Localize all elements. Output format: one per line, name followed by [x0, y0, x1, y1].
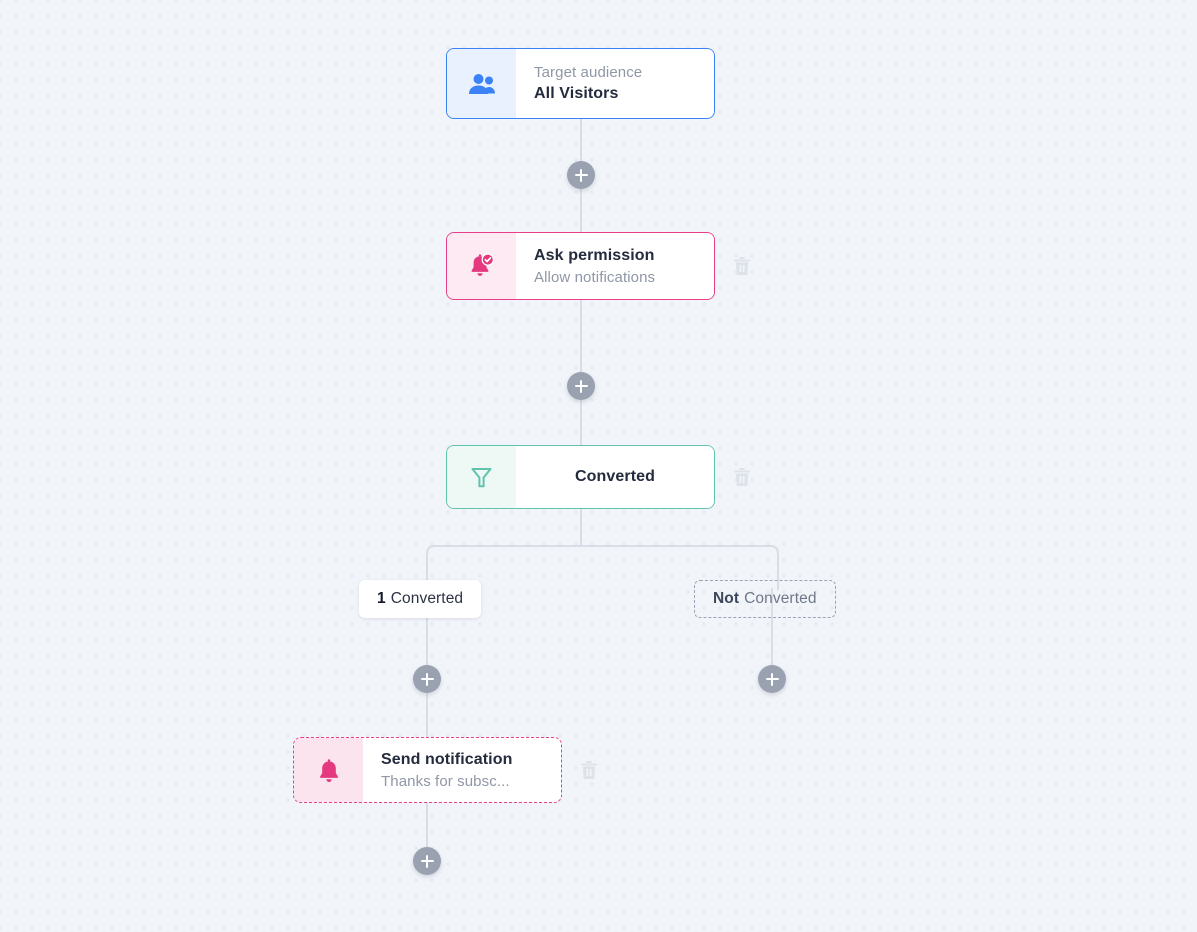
funnel-icon: [447, 446, 516, 508]
branch-not-converted-prefix: Not: [713, 590, 740, 607]
connector-send-to-add: [426, 803, 428, 851]
delete-send-notification-button[interactable]: [578, 758, 600, 782]
add-step-not-converted-branch-button[interactable]: [758, 665, 786, 693]
node-filter-converted-title: Converted: [516, 446, 714, 508]
delete-filter-converted-button[interactable]: [731, 465, 753, 489]
add-step-converted-branch-button[interactable]: [413, 665, 441, 693]
node-ask-permission-title: Ask permission: [534, 246, 655, 264]
branch-converted-label: Converted: [390, 590, 464, 607]
bell-check-icon: [447, 233, 516, 299]
people-icon: [447, 49, 516, 118]
branch-not-converted-label: Converted: [744, 590, 817, 607]
node-ask-permission-body: Ask permission Allow notifications: [516, 233, 714, 299]
add-step-after-permission-button[interactable]: [567, 372, 595, 400]
node-filter-converted[interactable]: Converted: [446, 445, 715, 509]
node-send-notification-body: Send notification Thanks for subsc...: [363, 738, 561, 802]
node-send-notification-title: Send notification: [381, 750, 513, 768]
add-step-after-audience-button[interactable]: [567, 161, 595, 189]
node-target-audience-title: All Visitors: [534, 85, 619, 102]
node-send-notification-sublabel: Thanks for subsc...: [381, 772, 510, 790]
branch-label-not-converted[interactable]: Not Converted: [694, 580, 836, 618]
branch-converted-count: 1: [377, 590, 386, 607]
node-ask-permission[interactable]: Ask permission Allow notifications: [446, 232, 715, 300]
add-step-after-send-button[interactable]: [413, 847, 441, 875]
branch-label-converted[interactable]: 1 Converted: [359, 580, 482, 618]
node-target-audience-sublabel: Target audience: [534, 64, 643, 81]
node-ask-permission-sublabel: Allow notifications: [534, 268, 656, 286]
node-send-notification[interactable]: Send notification Thanks for subsc...: [293, 737, 562, 803]
bell-icon: [294, 738, 363, 802]
journey-canvas[interactable]: Target audience All Visitors Ask permiss…: [0, 0, 1197, 932]
node-target-audience[interactable]: Target audience All Visitors: [446, 48, 715, 119]
node-target-audience-body: Target audience All Visitors: [516, 49, 714, 118]
delete-ask-permission-button[interactable]: [731, 254, 753, 278]
